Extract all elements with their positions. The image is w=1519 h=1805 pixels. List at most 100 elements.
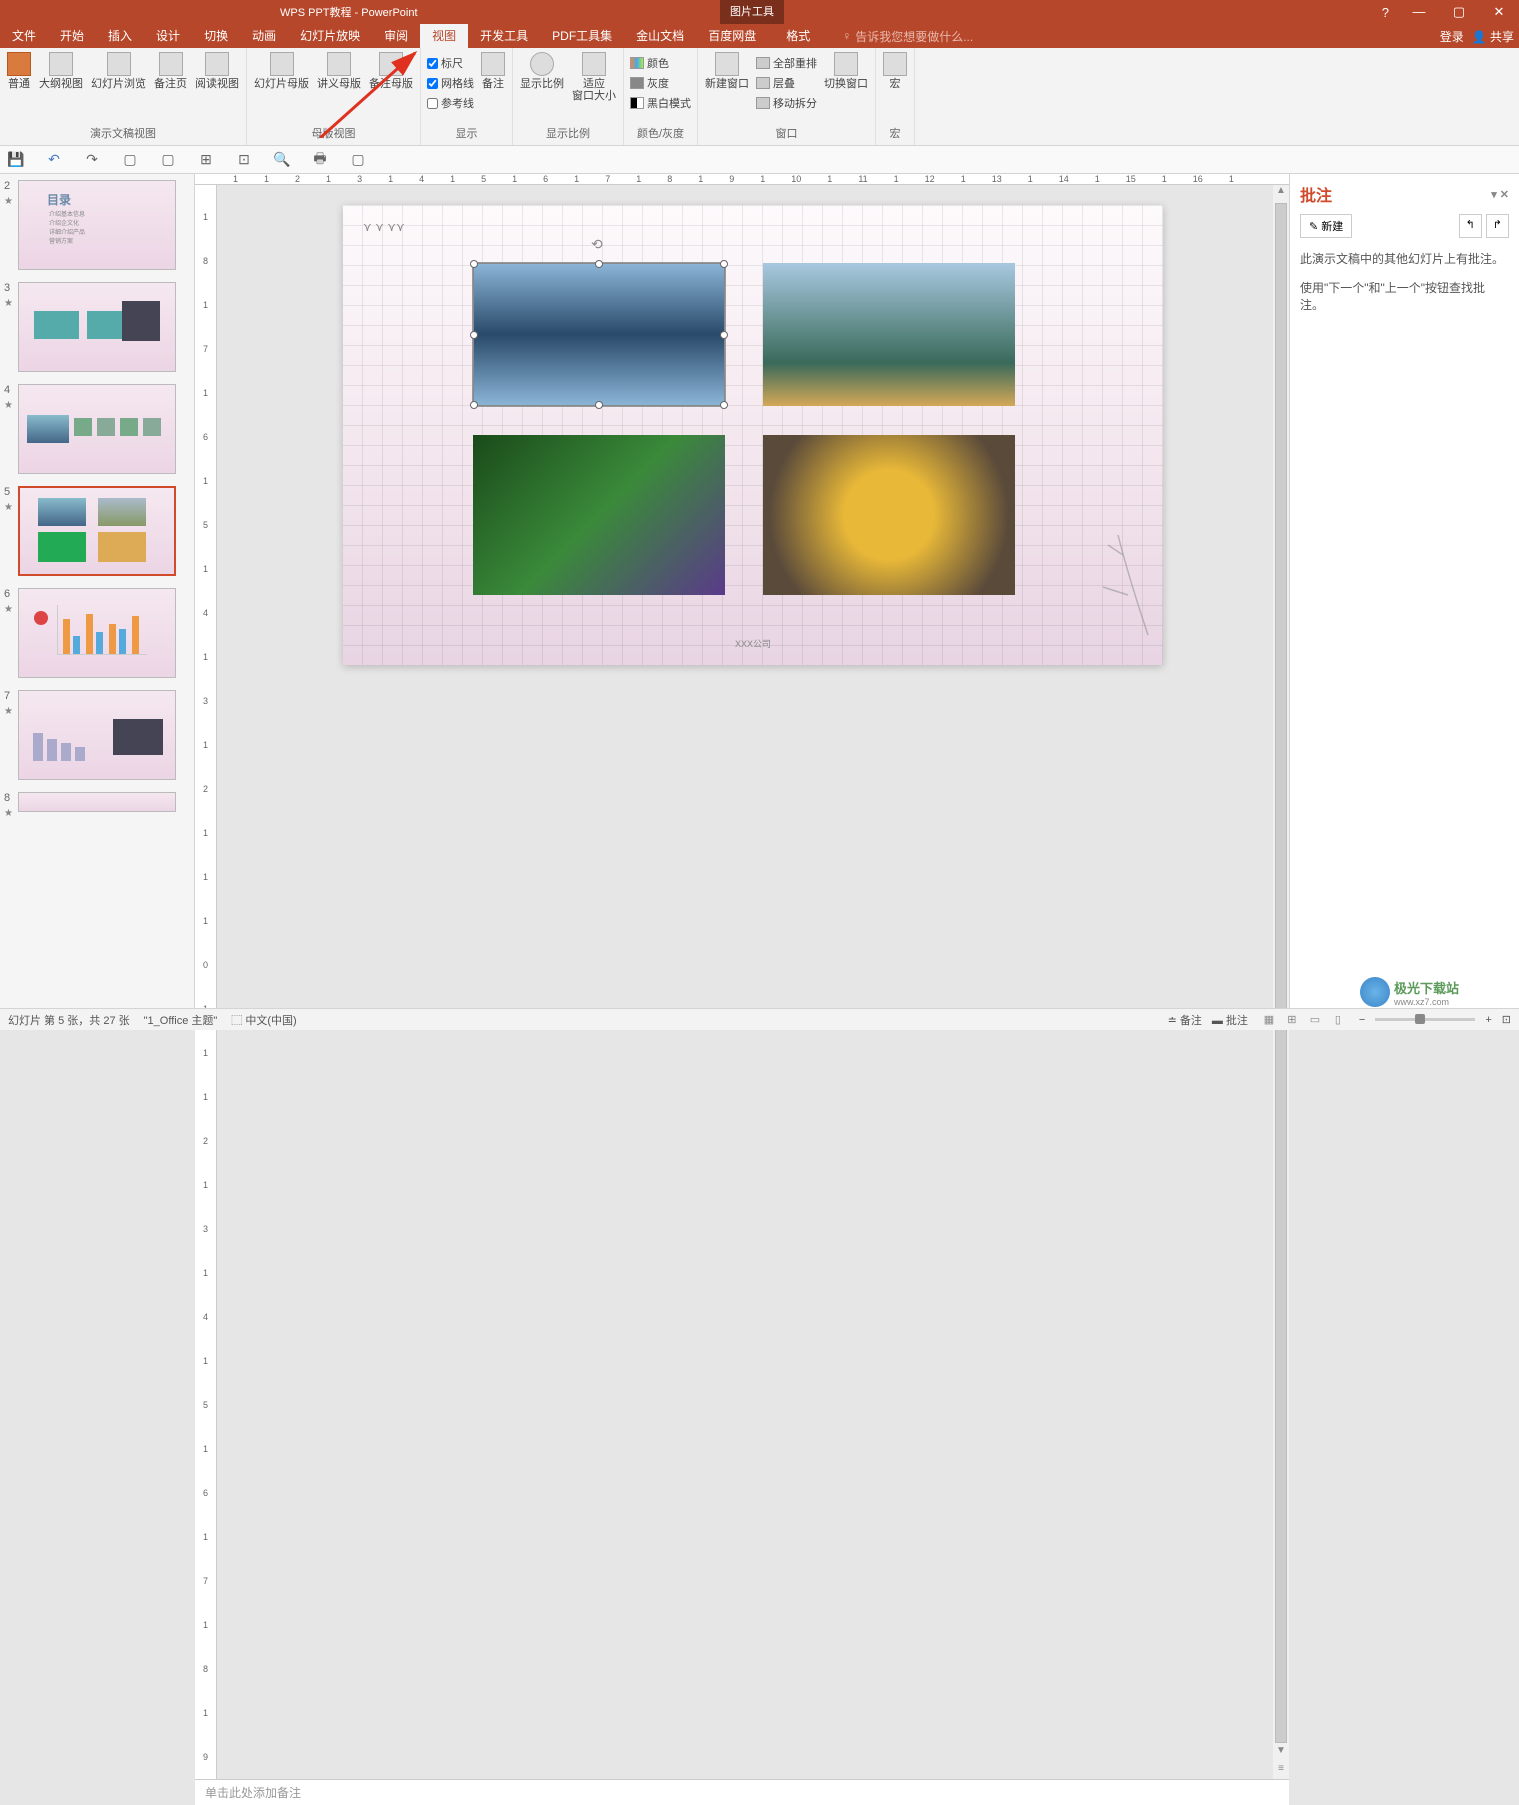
next-slide-icon[interactable]: ≡ — [1273, 1763, 1289, 1779]
tab-transition[interactable]: 切换 — [192, 24, 240, 48]
start-from-beginning-icon[interactable]: ▢ — [158, 150, 178, 170]
minimize-button[interactable]: — — [1399, 4, 1439, 20]
language-indicator[interactable]: ⬚ 中文(中国) — [231, 1012, 296, 1028]
scroll-down-icon[interactable]: ▼ — [1273, 1745, 1289, 1761]
qat-btn-9[interactable]: 🖶 — [310, 150, 330, 170]
tab-insert[interactable]: 插入 — [96, 24, 144, 48]
new-comment-button[interactable]: ✎ 新建 — [1300, 214, 1352, 238]
next-comment-button[interactable]: ↱ — [1486, 214, 1509, 238]
notes-pane[interactable]: 单击此处添加备注 — [195, 1779, 1289, 1805]
qat-btn-4[interactable]: ▢ — [120, 150, 140, 170]
sorter-view-button[interactable]: 幻灯片浏览 — [88, 50, 149, 92]
resize-handle[interactable] — [720, 260, 728, 268]
slideshow-view-icon[interactable]: ▯ — [1327, 1011, 1349, 1029]
prev-comment-button[interactable]: ↰ — [1459, 214, 1482, 238]
horizontal-ruler[interactable]: 112131415161718191101111121131141151161 — [195, 174, 1289, 185]
close-button[interactable]: ✕ — [1479, 4, 1519, 20]
tell-me-search[interactable]: ♀ 告诉我您想要做什么... — [842, 28, 973, 45]
tab-file[interactable]: 文件 — [0, 24, 48, 48]
image-mountain-lake[interactable]: ⟲ — [473, 263, 725, 406]
image-autumn-lake[interactable] — [763, 263, 1015, 406]
tab-developer[interactable]: 开发工具 — [468, 24, 540, 48]
help-icon[interactable]: ? — [1382, 5, 1389, 20]
arrange-all-button[interactable]: 全部重排 — [754, 54, 819, 72]
panel-dropdown-icon[interactable]: ▾ — [1491, 189, 1497, 201]
vertical-scrollbar[interactable]: ▲ ▼ ≡ — [1273, 185, 1289, 1779]
handout-master-button[interactable]: 讲义母版 — [314, 50, 364, 92]
sorter-view-icon[interactable]: ⊞ — [1281, 1011, 1303, 1029]
zoom-out-icon[interactable]: − — [1359, 1014, 1365, 1026]
fit-to-window-icon[interactable]: ⊡ — [1502, 1013, 1511, 1026]
gridlines-checkbox[interactable]: 网格线 — [425, 74, 476, 92]
panel-close-icon[interactable]: ✕ — [1500, 189, 1509, 201]
save-icon[interactable]: 💾 — [6, 150, 26, 170]
reading-view-button[interactable]: 阅读视图 — [192, 50, 242, 92]
thumbnail-slide-8[interactable]: 8 ★ — [0, 786, 194, 818]
ruler-checkbox[interactable]: 标尺 — [425, 54, 476, 72]
image-green-leaves[interactable] — [473, 435, 725, 595]
resize-handle[interactable] — [470, 331, 478, 339]
resize-handle[interactable] — [720, 331, 728, 339]
share-button[interactable]: 👤 共享 — [1472, 28, 1514, 45]
notes-toggle[interactable]: ≐ 备注 — [1168, 1012, 1202, 1028]
qat-btn-8[interactable]: 🔍 — [272, 150, 292, 170]
thumbnail-slide-5[interactable]: 5 ★ — [0, 480, 194, 582]
fit-window-button[interactable]: 适应 窗口大小 — [569, 50, 619, 104]
notes-master-button[interactable]: 备注母版 — [366, 50, 416, 92]
notes-button[interactable]: 备注 — [478, 50, 508, 92]
resize-handle[interactable] — [720, 401, 728, 409]
login-button[interactable]: 登录 — [1440, 28, 1464, 45]
qat-btn-6[interactable]: ⊞ — [196, 150, 216, 170]
thumbnail-slide-2[interactable]: 2 ★ 目录 介绍基本信息 介绍企文化 详细介绍产品 营销方案 — [0, 174, 194, 276]
tab-animation[interactable]: 动画 — [240, 24, 288, 48]
zoom-in-icon[interactable]: + — [1485, 1014, 1491, 1026]
thumbnail-slide-4[interactable]: 4 ★ — [0, 378, 194, 480]
image-maple-leaf[interactable] — [763, 435, 1015, 595]
undo-icon[interactable]: ↶ — [44, 150, 64, 170]
tab-baidu[interactable]: 百度网盘 — [696, 24, 768, 48]
slide-thumbnails-panel[interactable]: 2 ★ 目录 介绍基本信息 介绍企文化 详细介绍产品 营销方案 3 ★ — [0, 174, 195, 1008]
comments-toggle[interactable]: ▬ 批注 — [1212, 1012, 1248, 1028]
cascade-button[interactable]: 层叠 — [754, 74, 819, 92]
tab-format[interactable]: 格式 — [774, 24, 822, 48]
thumbnail-slide-3[interactable]: 3 ★ — [0, 276, 194, 378]
slide-master-button[interactable]: 幻灯片母版 — [251, 50, 312, 92]
tab-pdftools[interactable]: PDF工具集 — [540, 24, 624, 48]
slide-canvas[interactable]: ⋎ ⋎ ⋎⋎ ⟲ XXX公司 — [217, 185, 1289, 1779]
thumbnail-slide-7[interactable]: 7 ★ — [0, 684, 194, 786]
zoom-slider[interactable] — [1375, 1018, 1475, 1021]
resize-handle[interactable] — [595, 260, 603, 268]
redo-icon[interactable]: ↷ — [82, 150, 102, 170]
tab-jinshan[interactable]: 金山文档 — [624, 24, 696, 48]
grayscale-button[interactable]: 灰度 — [628, 74, 693, 92]
tab-slideshow[interactable]: 幻灯片放映 — [288, 24, 372, 48]
resize-handle[interactable] — [595, 401, 603, 409]
outline-view-button[interactable]: 大纲视图 — [36, 50, 86, 92]
resize-handle[interactable] — [470, 401, 478, 409]
blackwhite-button[interactable]: 黑白模式 — [628, 94, 693, 112]
tab-home[interactable]: 开始 — [48, 24, 96, 48]
zoom-button[interactable]: 显示比例 — [517, 50, 567, 92]
slide[interactable]: ⋎ ⋎ ⋎⋎ ⟲ XXX公司 — [343, 205, 1163, 665]
resize-handle[interactable] — [470, 260, 478, 268]
new-window-button[interactable]: 新建窗口 — [702, 50, 752, 92]
qat-btn-10[interactable]: ▢ — [348, 150, 368, 170]
qat-btn-7[interactable]: ⊡ — [234, 150, 254, 170]
thumbnail-slide-6[interactable]: 6 ★ — [0, 582, 194, 684]
notes-page-button[interactable]: 备注页 — [151, 50, 190, 92]
scroll-up-icon[interactable]: ▲ — [1273, 185, 1289, 201]
slide-counter[interactable]: 幻灯片 第 5 张，共 27 张 — [8, 1012, 130, 1028]
maximize-button[interactable]: ▢ — [1439, 4, 1479, 20]
normal-view-button[interactable]: 普通 — [4, 50, 34, 92]
scrollbar-thumb[interactable] — [1275, 203, 1287, 1743]
move-split-button[interactable]: 移动拆分 — [754, 94, 819, 112]
tab-review[interactable]: 审阅 — [372, 24, 420, 48]
normal-view-icon[interactable]: ▦ — [1258, 1011, 1280, 1029]
macros-button[interactable]: 宏 — [880, 50, 910, 92]
guides-checkbox[interactable]: 参考线 — [425, 94, 476, 112]
reading-view-icon[interactable]: ▭ — [1304, 1011, 1326, 1029]
vertical-ruler[interactable]: 181716151413121110111213141516171819 — [195, 185, 217, 1779]
switch-window-button[interactable]: 切换窗口 — [821, 50, 871, 92]
rotate-handle-icon[interactable]: ⟲ — [591, 236, 607, 252]
tab-design[interactable]: 设计 — [144, 24, 192, 48]
